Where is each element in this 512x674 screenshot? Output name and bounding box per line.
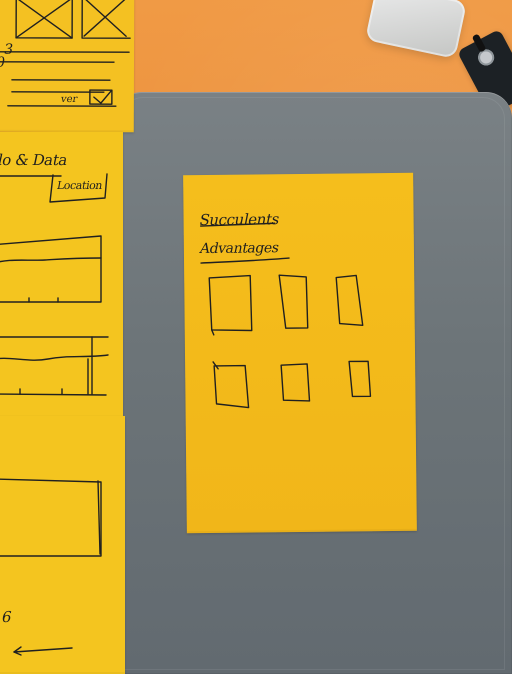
center-sticky-note: Succulents Advantages: [183, 172, 417, 534]
photo-scene: 3 0 ver lo & Data Location 6 Succulents …: [0, 0, 512, 674]
sticky-note-bottom-left: 6: [0, 416, 125, 674]
top-note-small-label: ver: [59, 93, 79, 106]
middle-note-sketch: [0, 173, 109, 396]
sticky-note-top-left: 3 0 ver: [0, 0, 135, 133]
bottom-note-sketch: [0, 478, 102, 656]
center-note-sketch: [199, 222, 372, 409]
wireframe-sketch: [0, 0, 131, 107]
sticky-note-middle-left: lo & Data Location: [0, 132, 123, 418]
